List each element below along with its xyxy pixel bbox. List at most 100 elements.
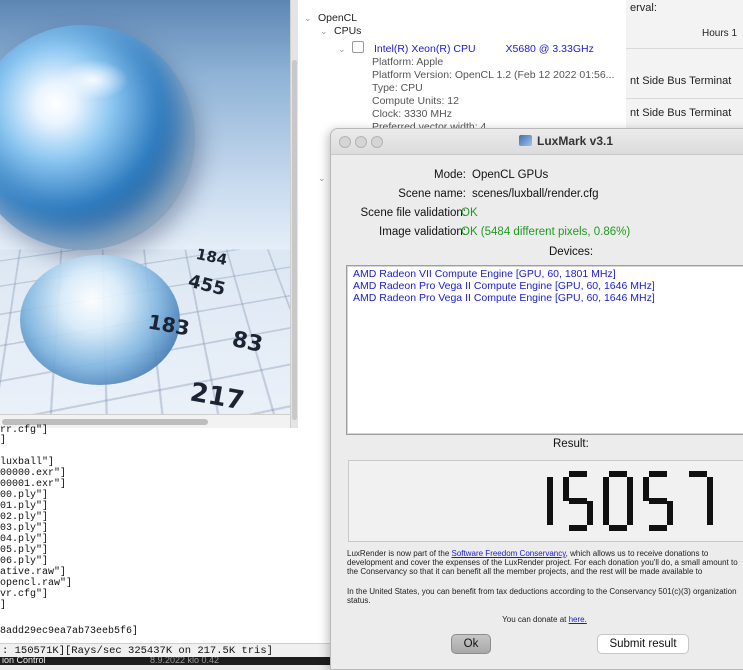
device-list-item[interactable]: AMD Radeon Pro Vega II Compute Engine [G… <box>353 280 655 292</box>
log-line: ] <box>0 600 7 611</box>
result-display <box>348 460 743 542</box>
result-label: Result: <box>553 438 589 450</box>
device-property: Platform Version: OpenCL 1.2 (Feb 12 202… <box>372 69 615 81</box>
luxmark-app-icon <box>519 135 532 146</box>
glass-sphere-image <box>0 25 195 250</box>
scene-file-validation-value: OK <box>461 207 478 219</box>
dialog-titlebar[interactable]: LuxMark v3.1 <box>331 129 743 155</box>
taskbar-timestamp: 8.9.2022 klo 0.42 <box>150 657 220 665</box>
conservancy-link[interactable]: Software Freedom Conservancy <box>452 549 566 558</box>
chevron-down-icon[interactable]: ⌄ <box>338 44 352 55</box>
lcd-segment <box>643 477 649 501</box>
tree-node-label: CPUs <box>334 25 362 37</box>
status-text: : 150571K][Rays/sec 325437K on 217.5K tr… <box>2 645 273 657</box>
device-property: Compute Units: 12 <box>372 95 459 107</box>
donate-link[interactable]: here. <box>569 615 587 624</box>
lcd-segment <box>649 471 667 477</box>
lcd-segment <box>707 477 713 501</box>
image-validation-label: Image validation: <box>379 226 466 238</box>
hours-label: Hours <box>702 28 729 39</box>
dialog-title: LuxMark v3.1 <box>519 134 613 148</box>
lcd-segment <box>603 501 609 525</box>
donate-line: You can donate at here. <box>347 615 742 624</box>
lcd-segment <box>547 477 553 501</box>
option-row[interactable]: nt Side Bus Terminat <box>630 107 731 119</box>
device-checkbox[interactable] <box>352 41 364 53</box>
lcd-segment <box>587 501 593 525</box>
donation-info-text: LuxRender is now part of the Software Fr… <box>347 549 742 576</box>
render-viewport: 184 455 183 83 217 <box>0 0 290 414</box>
device-list-item[interactable]: AMD Radeon Pro Vega II Compute Engine [G… <box>353 292 655 304</box>
tree-node-opencl[interactable]: ⌄ OpenCL <box>304 12 357 24</box>
lcd-segment <box>667 501 673 525</box>
info-text: LuxRender is now part of the <box>347 549 452 558</box>
device-property: Type: CPU <box>372 82 423 94</box>
image-validation-value: OK (5484 different pixels, 0.86%) <box>461 226 631 238</box>
tree-node-cpus[interactable]: ⌄ CPUs <box>320 25 361 37</box>
scene-name-value: scenes/luxball/render.cfg <box>472 188 599 200</box>
tree-node-cpu-device[interactable]: ⌄ Intel(R) Xeon(R) CPU X5680 @ 3.33GHz <box>338 41 594 55</box>
log-line: 01.ply"] <box>0 501 49 512</box>
lcd-segment <box>689 471 707 477</box>
tree-node-label: OpenCL <box>318 12 358 24</box>
option-row[interactable]: nt Side Bus Terminat <box>630 75 731 87</box>
log-line: ] <box>0 435 7 446</box>
submit-result-button[interactable]: Submit result <box>597 634 689 654</box>
devices-label: Devices: <box>549 246 594 258</box>
lcd-segment <box>627 501 633 525</box>
lcd-segment <box>569 471 587 477</box>
log-line: 00000.exr"] <box>0 468 67 479</box>
log-line: opencl.raw"] <box>0 578 73 589</box>
device-list-item[interactable]: AMD Radeon VII Compute Engine [GPU, 60, … <box>353 268 616 280</box>
log-line: rr.cfg"] <box>0 425 49 436</box>
lcd-segment <box>649 525 667 531</box>
log-line: 06.ply"] <box>0 556 49 567</box>
minimize-window-button[interactable] <box>355 136 367 148</box>
taskbar-strip: ion Control 8.9.2022 klo 0.42 <box>0 657 330 665</box>
tax-info-text: In the United States, you can benefit fr… <box>347 587 737 605</box>
result-lcd-digits <box>547 471 713 531</box>
zoom-window-button[interactable] <box>371 136 383 148</box>
lcd-segment <box>547 501 553 525</box>
devices-list[interactable]: AMD Radeon VII Compute Engine [GPU, 60, … <box>346 265 743 435</box>
log-line: 8add29ec9ea7ab73eeb5f6] <box>0 626 139 637</box>
lcd-segment <box>609 525 627 531</box>
log-line: 00.ply"] <box>0 490 49 501</box>
lcd-segment <box>569 525 587 531</box>
log-line: ative.raw"] <box>0 567 67 578</box>
scrollbar-thumb[interactable] <box>292 60 297 420</box>
ok-button[interactable]: Ok <box>451 634 491 654</box>
chevron-down-icon[interactable]: ⌄ <box>304 13 318 24</box>
log-console[interactable]: rr.cfg"] ] luxball"] 00000.exr"] 00001.e… <box>0 425 330 643</box>
hours-field[interactable]: Hours 1 <box>702 28 737 39</box>
log-line: 03.ply"] <box>0 523 49 534</box>
status-bar: : 150571K][Rays/sec 325437K on 217.5K tr… <box>0 643 330 658</box>
lcd-segment <box>609 471 627 477</box>
lcd-segment <box>569 498 587 504</box>
device-model: X5680 @ 3.33GHz <box>505 43 594 55</box>
chevron-down-icon[interactable]: ⌄ <box>320 26 334 37</box>
lcd-segment <box>563 477 569 501</box>
hours-value: 1 <box>731 28 738 39</box>
dialog-title-text: LuxMark v3.1 <box>537 134 614 148</box>
donate-text: You can donate at <box>502 615 569 624</box>
luxmark-result-dialog: LuxMark v3.1 Mode: OpenCL GPUs Scene nam… <box>330 128 743 670</box>
log-line: luxball"] <box>0 457 55 468</box>
sphere-highlight <box>58 60 128 100</box>
device-property: Platform: Apple <box>372 56 444 68</box>
lcd-segment <box>627 477 633 501</box>
log-line: vr.cfg"] <box>0 589 49 600</box>
lcd-segment <box>649 498 667 504</box>
log-line: 00001.exr"] <box>0 479 67 490</box>
scene-name-label: Scene name: <box>398 188 466 200</box>
lcd-segment <box>707 501 713 525</box>
taskbar-item[interactable]: ion Control <box>2 657 46 665</box>
divider <box>626 98 743 99</box>
scene-file-validation-label: Scene file validation: <box>360 207 466 219</box>
close-window-button[interactable] <box>339 136 351 148</box>
device-name: Intel(R) Xeon(R) CPU <box>374 43 476 55</box>
device-property: Clock: 3330 MHz <box>372 108 452 120</box>
divider <box>626 48 743 49</box>
interval-label: erval: <box>630 2 657 14</box>
log-line: 02.ply"] <box>0 512 49 523</box>
